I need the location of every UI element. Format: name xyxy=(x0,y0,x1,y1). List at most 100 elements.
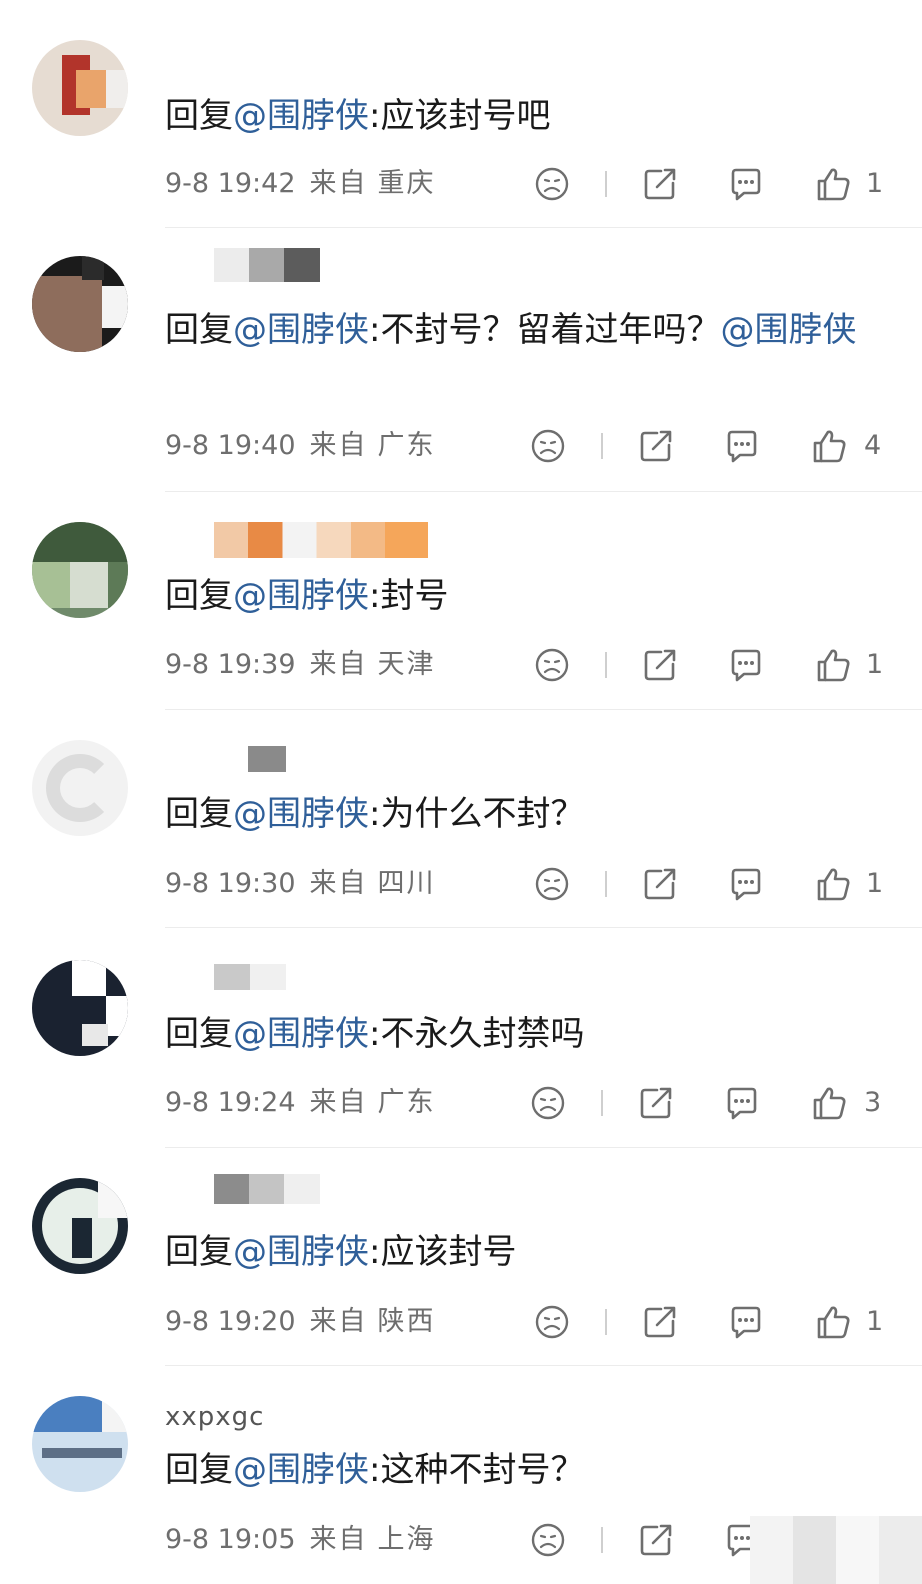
comment-meta: 9-8 19:30 来自 四川 xyxy=(165,864,436,904)
mention-link[interactable]: @围脖侠 xyxy=(720,310,856,350)
separator xyxy=(605,871,607,897)
like-count: 1 xyxy=(866,1306,884,1337)
thumbs-up-icon[interactable] xyxy=(810,427,848,465)
comment-text: 回复@围脖侠:为什么不封？ xyxy=(165,794,585,834)
comment-text: 回复@围脖侠:不永久封禁吗 xyxy=(165,1014,585,1054)
comment-text: 回复@围脖侠:应该封号 xyxy=(165,1232,517,1272)
name-mosaic xyxy=(214,522,428,558)
frown-icon[interactable] xyxy=(529,1521,567,1559)
thumbs-up-icon[interactable] xyxy=(814,646,852,684)
mention-link[interactable]: @围脖侠 xyxy=(233,96,369,136)
from-label: 来自 xyxy=(309,1087,368,1118)
comment-icon[interactable] xyxy=(727,1303,765,1341)
location: 广东 xyxy=(377,1087,436,1118)
mention-link[interactable]: @围脖侠 xyxy=(233,310,369,350)
share-icon[interactable] xyxy=(641,165,679,203)
frown-icon[interactable] xyxy=(529,427,567,465)
comment-icon[interactable] xyxy=(727,646,765,684)
avatar[interactable] xyxy=(32,256,128,352)
thumbs-up-icon[interactable] xyxy=(814,1303,852,1341)
timestamp: 9-8 19:30 xyxy=(165,868,296,899)
from-label: 来自 xyxy=(309,1524,368,1555)
thumbs-up-icon[interactable] xyxy=(810,1084,848,1122)
comment-icon[interactable] xyxy=(723,1084,761,1122)
mention-link[interactable]: @围脖侠 xyxy=(233,1450,369,1490)
comment-icon[interactable] xyxy=(727,165,765,203)
share-icon[interactable] xyxy=(641,865,679,903)
avatar[interactable] xyxy=(32,40,128,136)
from-label: 来自 xyxy=(309,649,368,680)
timestamp: 9-8 19:20 xyxy=(165,1306,296,1337)
overlay-mosaic xyxy=(750,1516,922,1584)
mention-link[interactable]: @围脖侠 xyxy=(233,1014,369,1054)
share-icon[interactable] xyxy=(637,1521,675,1559)
name-mosaic xyxy=(214,964,286,990)
separator xyxy=(605,171,607,197)
avatar[interactable] xyxy=(32,740,128,836)
share-icon[interactable] xyxy=(641,1303,679,1341)
comment-item: 回复@围脖侠:应该封号 9-8 19:20 来自 陕西 1 xyxy=(0,1148,922,1366)
comment-meta: 9-8 19:05 来自 上海 xyxy=(165,1520,436,1560)
avatar[interactable] xyxy=(32,1178,128,1274)
comment-text: 回复@围脖侠:不封号？留着过年吗？@围脖侠 xyxy=(165,310,857,350)
avatar[interactable] xyxy=(32,960,128,1056)
timestamp: 9-8 19:39 xyxy=(165,649,296,680)
comment-meta: 9-8 19:39 来自 天津 xyxy=(165,645,436,685)
avatar[interactable] xyxy=(32,1396,128,1492)
frown-icon[interactable] xyxy=(529,1084,567,1122)
thumbs-up-icon[interactable] xyxy=(814,165,852,203)
comment-meta: 9-8 19:20 来自 陕西 xyxy=(165,1302,436,1342)
frown-icon[interactable] xyxy=(533,1303,571,1341)
thumbs-up-icon[interactable] xyxy=(814,865,852,903)
separator xyxy=(605,652,607,678)
like-count: 4 xyxy=(864,430,882,461)
comment-item: 回复@围脖侠:不永久封禁吗 9-8 19:24 来自 广东 3 xyxy=(0,928,922,1148)
name-mosaic xyxy=(248,746,286,772)
from-label: 来自 xyxy=(309,1306,368,1337)
separator xyxy=(601,1527,603,1553)
separator xyxy=(601,433,603,459)
from-label: 来自 xyxy=(309,168,368,199)
timestamp: 9-8 19:40 xyxy=(165,430,296,461)
name-mosaic xyxy=(214,1174,320,1204)
like-count: 1 xyxy=(866,168,884,199)
location: 陕西 xyxy=(377,1306,436,1337)
mention-link[interactable]: @围脖侠 xyxy=(233,576,369,616)
timestamp: 9-8 19:05 xyxy=(165,1524,296,1555)
frown-icon[interactable] xyxy=(533,646,571,684)
comment-meta: 9-8 19:24 来自 广东 xyxy=(165,1083,436,1123)
separator xyxy=(605,1309,607,1335)
like-count: 1 xyxy=(866,649,884,680)
comment-text: 回复@围脖侠:这种不封号？ xyxy=(165,1450,585,1490)
comment-text: 回复@围脖侠:应该封号吧 xyxy=(165,96,551,136)
frown-icon[interactable] xyxy=(533,865,571,903)
comment-item: 回复@围脖侠:应该封号吧 9-8 19:42 来自 重庆 1 xyxy=(0,0,922,228)
comment-text: 回复@围脖侠:封号 xyxy=(165,576,449,616)
share-icon[interactable] xyxy=(637,427,675,465)
frown-icon[interactable] xyxy=(533,165,571,203)
comment-item: 回复@围脖侠:为什么不封？ 9-8 19:30 来自 四川 1 xyxy=(0,710,922,928)
location: 四川 xyxy=(377,868,436,899)
mention-link[interactable]: @围脖侠 xyxy=(233,1232,369,1272)
share-icon[interactable] xyxy=(641,646,679,684)
timestamp: 9-8 19:24 xyxy=(165,1087,296,1118)
name-mosaic xyxy=(214,248,320,282)
comment-item: 回复@围脖侠:封号 9-8 19:39 来自 天津 1 xyxy=(0,492,922,710)
location: 广东 xyxy=(377,430,436,461)
timestamp: 9-8 19:42 xyxy=(165,168,296,199)
like-count: 1 xyxy=(866,868,884,899)
avatar[interactable] xyxy=(32,522,128,618)
mention-link[interactable]: @围脖侠 xyxy=(233,794,369,834)
comment-meta: 9-8 19:42 来自 重庆 xyxy=(165,164,436,204)
comment-meta: 9-8 19:40 来自 广东 xyxy=(165,426,436,466)
username[interactable]: xxpxgc xyxy=(165,1402,264,1432)
from-label: 来自 xyxy=(309,868,368,899)
from-label: 来自 xyxy=(309,430,368,461)
comment-icon[interactable] xyxy=(727,865,765,903)
separator xyxy=(601,1090,603,1116)
share-icon[interactable] xyxy=(637,1084,675,1122)
like-count: 3 xyxy=(864,1087,882,1118)
location: 重庆 xyxy=(377,168,436,199)
comment-icon[interactable] xyxy=(723,427,761,465)
location: 天津 xyxy=(377,649,436,680)
